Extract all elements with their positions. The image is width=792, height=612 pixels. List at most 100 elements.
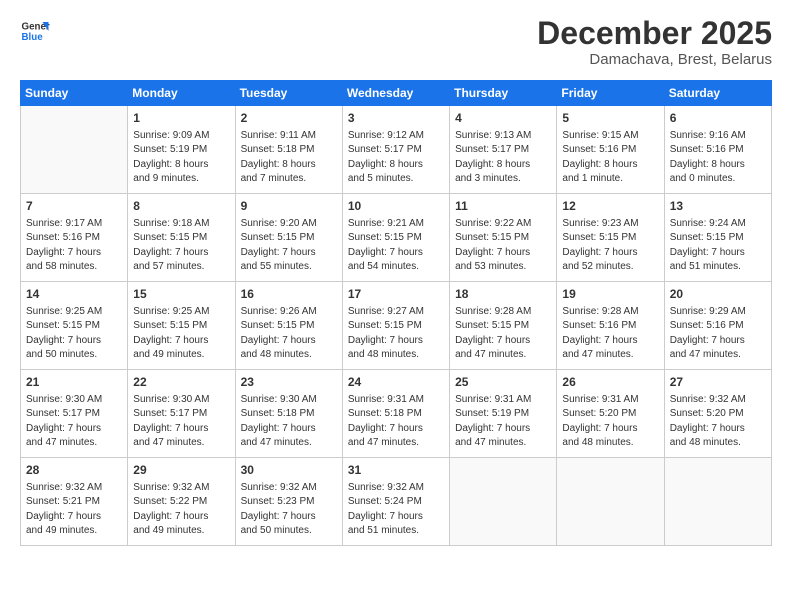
table-row: 13 Sunrise: 9:24 AM Sunset: 5:15 PM Dayli…: [664, 194, 771, 282]
cell-info: Sunrise: 9:20 AM Sunset: 5:15 PM Dayligh…: [241, 217, 337, 275]
table-row: 11 Sunrise: 9:22 AM Sunset: 5:15 PM Dayli…: [450, 194, 557, 282]
location-title: Damachava, Brest, Belarus: [537, 51, 772, 68]
table-row: 17 Sunrise: 9:27 AM Sunset: 5:15 PM Dayli…: [342, 282, 449, 370]
table-row: 26 Sunrise: 9:31 AM Sunset: 5:20 PM Dayli…: [557, 370, 664, 458]
table-row: 14Sunrise: 9:25 AM Sunset: 5:15 PM Dayli…: [21, 282, 128, 370]
cell-info: Sunrise: 9:09 AM Sunset: 5:19 PM Dayligh…: [133, 129, 229, 187]
cell-info: Sunrise: 9:27 AM Sunset: 5:15 PM Dayligh…: [348, 305, 444, 363]
col-friday: Friday: [557, 81, 664, 106]
cell-info: Sunrise: 9:26 AM Sunset: 5:15 PM Dayligh…: [241, 305, 337, 363]
table-row: 23 Sunrise: 9:30 AM Sunset: 5:18 PM Dayli…: [235, 370, 342, 458]
header: General Blue December 2025 Damachava, Br…: [20, 16, 772, 68]
table-row: 2 Sunrise: 9:11 AM Sunset: 5:18 PM Daylig…: [235, 106, 342, 194]
cell-info: Sunrise: 9:22 AM Sunset: 5:15 PM Dayligh…: [455, 217, 551, 275]
cell-info: Sunrise: 9:23 AM Sunset: 5:15 PM Dayligh…: [562, 217, 658, 275]
day-number: 13: [670, 198, 766, 215]
calendar-week-2: 14Sunrise: 9:25 AM Sunset: 5:15 PM Dayli…: [21, 282, 772, 370]
day-number: 2: [241, 110, 337, 127]
day-number: 27: [670, 374, 766, 391]
cell-info: Sunrise: 9:13 AM Sunset: 5:17 PM Dayligh…: [455, 129, 551, 187]
day-number: 30: [241, 462, 337, 479]
logo: General Blue: [20, 16, 50, 46]
day-number: 9: [241, 198, 337, 215]
day-number: 14: [26, 286, 122, 303]
cell-info: Sunrise: 9:31 AM Sunset: 5:18 PM Dayligh…: [348, 393, 444, 451]
day-number: 31: [348, 462, 444, 479]
cell-info: Sunrise: 9:17 AM Sunset: 5:16 PM Dayligh…: [26, 217, 122, 275]
col-wednesday: Wednesday: [342, 81, 449, 106]
table-row: 6 Sunrise: 9:16 AM Sunset: 5:16 PM Daylig…: [664, 106, 771, 194]
day-number: 8: [133, 198, 229, 215]
month-title: December 2025: [537, 16, 772, 51]
table-row: 24Sunrise: 9:31 AM Sunset: 5:18 PM Dayli…: [342, 370, 449, 458]
table-row: 4 Sunrise: 9:13 AM Sunset: 5:17 PM Daylig…: [450, 106, 557, 194]
table-row: 30 Sunrise: 9:32 AM Sunset: 5:23 PM Dayli…: [235, 458, 342, 546]
table-row: 28Sunrise: 9:32 AM Sunset: 5:21 PM Dayli…: [21, 458, 128, 546]
calendar-week-3: 21 Sunrise: 9:30 AM Sunset: 5:17 PM Dayli…: [21, 370, 772, 458]
table-row: 16 Sunrise: 9:26 AM Sunset: 5:15 PM Dayli…: [235, 282, 342, 370]
day-number: 18: [455, 286, 551, 303]
table-row: 10Sunrise: 9:21 AM Sunset: 5:15 PM Dayli…: [342, 194, 449, 282]
day-number: 17: [348, 286, 444, 303]
day-number: 26: [562, 374, 658, 391]
cell-info: Sunrise: 9:32 AM Sunset: 5:23 PM Dayligh…: [241, 481, 337, 539]
table-row: 1 Sunrise: 9:09 AM Sunset: 5:19 PM Daylig…: [128, 106, 235, 194]
cell-info: Sunrise: 9:32 AM Sunset: 5:22 PM Dayligh…: [133, 481, 229, 539]
svg-text:Blue: Blue: [22, 32, 44, 43]
day-number: 16: [241, 286, 337, 303]
day-number: 23: [241, 374, 337, 391]
cell-info: Sunrise: 9:28 AM Sunset: 5:16 PM Dayligh…: [562, 305, 658, 363]
cell-info: Sunrise: 9:16 AM Sunset: 5:16 PM Dayligh…: [670, 129, 766, 187]
table-row: 22 Sunrise: 9:30 AM Sunset: 5:17 PM Dayli…: [128, 370, 235, 458]
cell-info: Sunrise: 9:12 AM Sunset: 5:17 PM Dayligh…: [348, 129, 444, 187]
table-row: 12 Sunrise: 9:23 AM Sunset: 5:15 PM Dayli…: [557, 194, 664, 282]
day-number: 5: [562, 110, 658, 127]
cell-info: Sunrise: 9:24 AM Sunset: 5:15 PM Dayligh…: [670, 217, 766, 275]
table-row: 18 Sunrise: 9:28 AM Sunset: 5:15 PM Dayli…: [450, 282, 557, 370]
day-number: 1: [133, 110, 229, 127]
table-row: [21, 106, 128, 194]
day-number: 3: [348, 110, 444, 127]
day-number: 11: [455, 198, 551, 215]
cell-info: Sunrise: 9:11 AM Sunset: 5:18 PM Dayligh…: [241, 129, 337, 187]
col-tuesday: Tuesday: [235, 81, 342, 106]
table-row: 21Sunrise: 9:30 AM Sunset: 5:17 PM Dayli…: [21, 370, 128, 458]
day-number: 4: [455, 110, 551, 127]
col-sunday: Sunday: [21, 81, 128, 106]
day-number: 15: [133, 286, 229, 303]
day-number: 12: [562, 198, 658, 215]
cell-info: Sunrise: 9:31 AM Sunset: 5:19 PM Dayligh…: [455, 393, 551, 451]
cell-info: Sunrise: 9:31 AM Sunset: 5:20 PM Dayligh…: [562, 393, 658, 451]
cell-info: Sunrise: 9:29 AM Sunset: 5:16 PM Dayligh…: [670, 305, 766, 363]
col-thursday: Thursday: [450, 81, 557, 106]
table-row: 27 Sunrise: 9:32 AM Sunset: 5:20 PM Dayli…: [664, 370, 771, 458]
table-row: 5 Sunrise: 9:15 AM Sunset: 5:16 PM Daylig…: [557, 106, 664, 194]
col-monday: Monday: [128, 81, 235, 106]
header-row: Sunday Monday Tuesday Wednesday Thursday…: [21, 81, 772, 106]
day-number: 21: [26, 374, 122, 391]
table-row: 8 Sunrise: 9:18 AM Sunset: 5:15 PM Daylig…: [128, 194, 235, 282]
cell-info: Sunrise: 9:30 AM Sunset: 5:17 PM Dayligh…: [133, 393, 229, 451]
day-number: 6: [670, 110, 766, 127]
table-row: 3 Sunrise: 9:12 AM Sunset: 5:17 PM Daylig…: [342, 106, 449, 194]
day-number: 20: [670, 286, 766, 303]
table-row: 25Sunrise: 9:31 AM Sunset: 5:19 PM Dayli…: [450, 370, 557, 458]
cell-info: Sunrise: 9:28 AM Sunset: 5:15 PM Dayligh…: [455, 305, 551, 363]
table-row: [664, 458, 771, 546]
logo-icon: General Blue: [20, 16, 50, 46]
day-number: 10: [348, 198, 444, 215]
calendar-table: Sunday Monday Tuesday Wednesday Thursday…: [20, 80, 772, 546]
cell-info: Sunrise: 9:32 AM Sunset: 5:20 PM Dayligh…: [670, 393, 766, 451]
cell-info: Sunrise: 9:15 AM Sunset: 5:16 PM Dayligh…: [562, 129, 658, 187]
calendar-page: General Blue December 2025 Damachava, Br…: [0, 0, 792, 612]
calendar-week-1: 7Sunrise: 9:17 AM Sunset: 5:16 PM Daylig…: [21, 194, 772, 282]
table-row: 15Sunrise: 9:25 AM Sunset: 5:15 PM Dayli…: [128, 282, 235, 370]
table-row: 19Sunrise: 9:28 AM Sunset: 5:16 PM Dayli…: [557, 282, 664, 370]
day-number: 22: [133, 374, 229, 391]
cell-info: Sunrise: 9:30 AM Sunset: 5:18 PM Dayligh…: [241, 393, 337, 451]
cell-info: Sunrise: 9:18 AM Sunset: 5:15 PM Dayligh…: [133, 217, 229, 275]
day-number: 29: [133, 462, 229, 479]
table-row: [450, 458, 557, 546]
table-row: 20 Sunrise: 9:29 AM Sunset: 5:16 PM Dayli…: [664, 282, 771, 370]
calendar-week-0: 1 Sunrise: 9:09 AM Sunset: 5:19 PM Daylig…: [21, 106, 772, 194]
